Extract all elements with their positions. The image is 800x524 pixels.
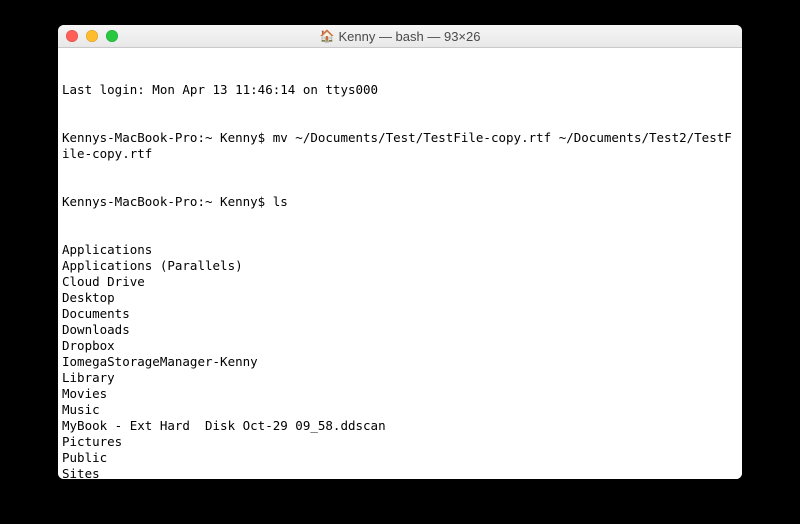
last-login-line: Last login: Mon Apr 13 11:46:14 on ttys0… xyxy=(62,82,738,98)
prompt-text: Kennys-MacBook-Pro:~ Kenny$ xyxy=(62,130,273,145)
list-item: Sites xyxy=(62,466,738,479)
list-item: IomegaStorageManager-Kenny xyxy=(62,354,738,370)
list-item: Desktop xyxy=(62,290,738,306)
zoom-button[interactable] xyxy=(106,30,118,42)
list-item: MyBook - Ext Hard Disk Oct-29 09_58.ddsc… xyxy=(62,418,738,434)
list-item: Documents xyxy=(62,306,738,322)
window-title: Kenny — bash — 93×26 xyxy=(338,29,480,44)
list-item: Applications (Parallels) xyxy=(62,258,738,274)
terminal-body[interactable]: Last login: Mon Apr 13 11:46:14 on ttys0… xyxy=(58,48,742,479)
list-item: Movies xyxy=(62,386,738,402)
command-line: Kennys-MacBook-Pro:~ Kenny$ mv ~/Documen… xyxy=(62,130,738,162)
close-button[interactable] xyxy=(66,30,78,42)
list-item: Dropbox xyxy=(62,338,738,354)
terminal-window: 🏠 Kenny — bash — 93×26 Last login: Mon A… xyxy=(58,25,742,479)
prompt-text: Kennys-MacBook-Pro:~ Kenny$ xyxy=(62,194,273,209)
command-line: Kennys-MacBook-Pro:~ Kenny$ ls xyxy=(62,194,738,210)
minimize-button[interactable] xyxy=(86,30,98,42)
window-controls xyxy=(58,30,118,42)
command-ls: ls xyxy=(273,194,288,209)
titlebar: 🏠 Kenny — bash — 93×26 xyxy=(58,25,742,48)
list-item: Public xyxy=(62,450,738,466)
list-item: Pictures xyxy=(62,434,738,450)
list-item: Applications xyxy=(62,242,738,258)
list-item: Library xyxy=(62,370,738,386)
list-item: Downloads xyxy=(62,322,738,338)
list-item: Music xyxy=(62,402,738,418)
home-icon: 🏠 xyxy=(320,30,335,42)
ls-output: ApplicationsApplications (Parallels)Clou… xyxy=(62,242,738,479)
window-title-wrap: 🏠 Kenny — bash — 93×26 xyxy=(58,29,742,44)
list-item: Cloud Drive xyxy=(62,274,738,290)
